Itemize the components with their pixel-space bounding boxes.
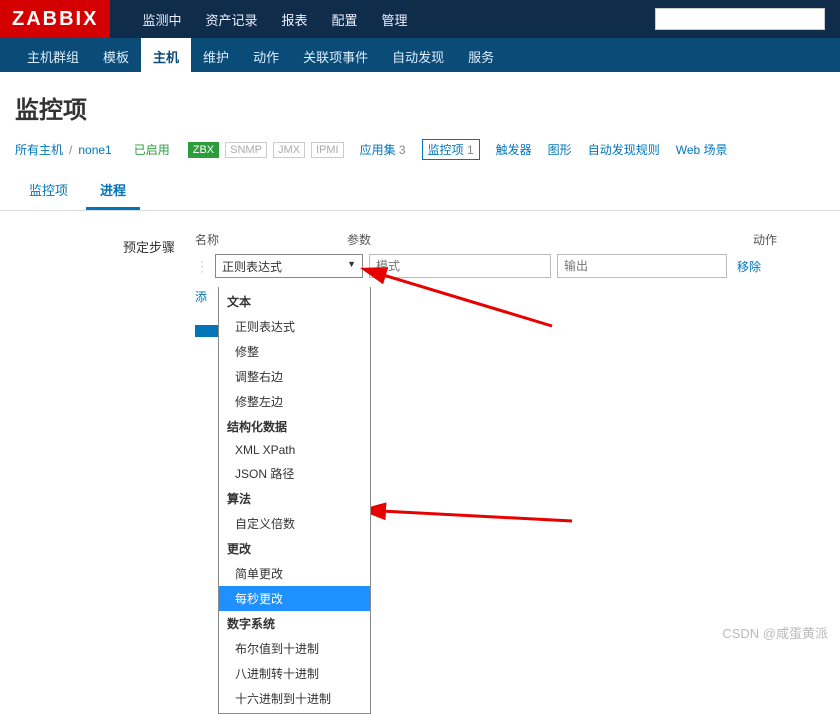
arrow-annotation-1 — [372, 266, 572, 349]
page-title: 监控项 — [0, 72, 840, 139]
topbar: ZABBIX 监测中资产记录报表配置管理 — [0, 0, 840, 38]
tabs: 监控项进程 — [0, 172, 840, 211]
badge-ipmi: IPMI — [311, 142, 344, 158]
dropdown-option[interactable]: 八进制转十进制 — [219, 661, 370, 686]
subnav-item-2[interactable]: 主机 — [141, 38, 191, 72]
drag-handle-icon[interactable]: ⋮⋮ — [195, 258, 209, 275]
subnav-item-6[interactable]: 自动发现 — [380, 38, 456, 72]
steps-label: 预定步骤 — [15, 231, 195, 256]
col-action: 动作 — [717, 231, 777, 248]
badge-jmx: JMX — [273, 142, 305, 158]
link-applications[interactable]: 应用集 3 — [360, 141, 406, 158]
link-web[interactable]: Web 场景 — [676, 141, 728, 158]
dropdown-option[interactable]: XML XPath — [219, 439, 370, 461]
subnav-item-3[interactable]: 维护 — [191, 38, 241, 72]
dropdown-option[interactable]: 十六进制到十进制 — [219, 686, 370, 711]
logo: ZABBIX — [0, 0, 110, 38]
link-discovery[interactable]: 自动发现规则 — [588, 141, 660, 158]
search-box — [655, 0, 825, 38]
subnav-item-7[interactable]: 服务 — [456, 38, 506, 72]
badge-snmp: SNMP — [225, 142, 267, 158]
dropdown-option[interactable]: 每秒更改 — [219, 586, 370, 611]
dropdown-option[interactable]: 自定义倍数 — [219, 511, 370, 536]
output-input[interactable] — [557, 254, 727, 278]
topnav-item-4[interactable]: 管理 — [370, 0, 420, 38]
sub-nav: 主机群组模板主机维护动作关联项事件自动发现服务 — [0, 38, 840, 72]
remove-link[interactable]: 移除 — [737, 258, 761, 275]
dropdown-option[interactable]: 修整 — [219, 339, 370, 364]
topnav-item-2[interactable]: 报表 — [269, 0, 319, 38]
form-area: 预定步骤 名称 参数 动作 ⋮⋮ 正则表达式 移除 添 文本正则表达式修整调整右… — [0, 211, 840, 357]
watermark: CSDN @咸蛋黄派 — [722, 623, 828, 642]
topnav-item-1[interactable]: 资产记录 — [193, 0, 269, 38]
dropdown-group: 算法 — [219, 486, 370, 511]
subnav-item-1[interactable]: 模板 — [91, 38, 141, 72]
dropdown-group: 更改 — [219, 536, 370, 561]
subnav-item-0[interactable]: 主机群组 — [15, 38, 91, 72]
search-input[interactable] — [655, 8, 825, 30]
dropdown-group: 数字系统 — [219, 611, 370, 636]
col-params: 参数 — [347, 231, 717, 248]
link-items[interactable]: 监控项 1 — [422, 139, 480, 160]
topnav-item-3[interactable]: 配置 — [320, 0, 370, 38]
dropdown-option[interactable]: 修整左边 — [219, 389, 370, 414]
status-enabled: 已启用 — [134, 141, 170, 158]
col-name: 名称 — [195, 231, 347, 248]
dropdown-group: 文本 — [219, 289, 370, 314]
dropdown-group: 结构化数据 — [219, 414, 370, 439]
breadcrumb-sep: / — [69, 143, 72, 157]
top-nav: 监测中资产记录报表配置管理 — [130, 0, 419, 38]
arrow-annotation-2 — [372, 501, 592, 544]
dropdown-option[interactable]: JSON 路径 — [219, 461, 370, 486]
badge-zbx: ZBX — [188, 142, 219, 158]
dropdown-option[interactable]: 正则表达式 — [219, 314, 370, 339]
link-graphs[interactable]: 图形 — [548, 141, 572, 158]
dropdown-option[interactable]: 调整右边 — [219, 364, 370, 389]
tab-0[interactable]: 监控项 — [15, 172, 82, 210]
tab-1[interactable]: 进程 — [86, 172, 140, 210]
topnav-item-0[interactable]: 监测中 — [130, 0, 193, 38]
breadcrumb-host[interactable]: none1 — [78, 143, 111, 157]
subnav-item-4[interactable]: 动作 — [241, 38, 291, 72]
step-type-select[interactable]: 正则表达式 — [215, 254, 363, 278]
dropdown-option[interactable]: 简单更改 — [219, 561, 370, 586]
add-link[interactable]: 添 — [195, 288, 207, 305]
breadcrumb: 所有主机 / none1 已启用 ZBX SNMP JMX IPMI 应用集 3… — [0, 139, 840, 172]
link-triggers[interactable]: 触发器 — [496, 141, 532, 158]
breadcrumb-all-hosts[interactable]: 所有主机 — [15, 141, 63, 158]
dropdown-option[interactable]: 布尔值到十进制 — [219, 636, 370, 661]
